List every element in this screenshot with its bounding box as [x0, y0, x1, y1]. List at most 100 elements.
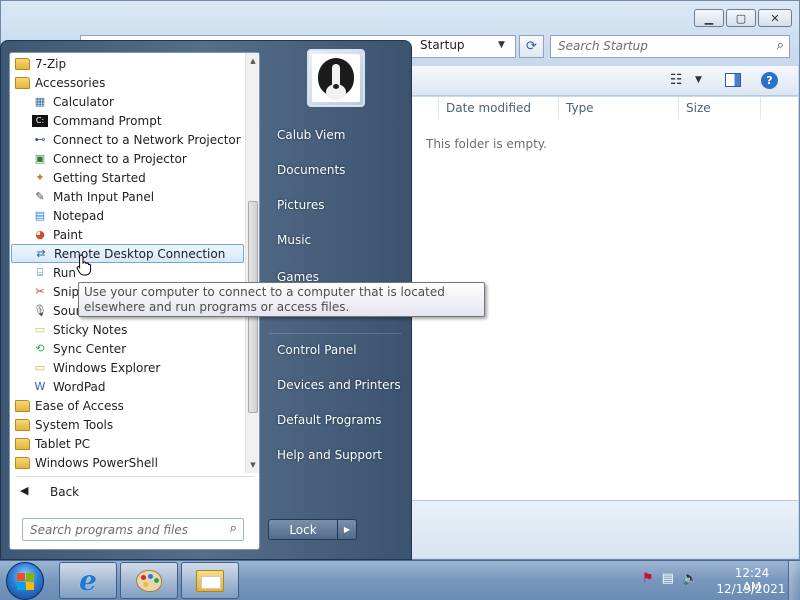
help-icon[interactable]: ?: [761, 72, 778, 89]
internet-explorer-icon: e: [79, 564, 97, 597]
column-header-date-modified[interactable]: Date modified: [446, 101, 531, 115]
program-item-accessories[interactable]: Accessories: [11, 73, 244, 92]
program-item-label: Accessories: [35, 75, 106, 90]
folder-icon: [14, 455, 30, 471]
program-item-remote-desktop-connection[interactable]: ⇄ Remote Desktop Connection: [11, 244, 244, 263]
preview-pane-icon[interactable]: [725, 73, 741, 87]
calculator-icon: ▦: [34, 95, 46, 108]
column-header-size[interactable]: Size: [686, 101, 711, 115]
program-item-command-prompt[interactable]: C: Command Prompt: [11, 111, 244, 130]
right-item-pictures[interactable]: Pictures: [277, 198, 325, 212]
scroll-down-icon[interactable]: ▼: [248, 460, 258, 470]
close-button[interactable]: ✕: [758, 9, 792, 27]
user-avatar[interactable]: [307, 49, 365, 107]
right-item-user[interactable]: Calub Viem: [277, 128, 345, 142]
minimize-button[interactable]: ▁: [694, 9, 724, 27]
column-header-type[interactable]: Type: [566, 101, 594, 115]
right-item-control-panel[interactable]: Control Panel: [277, 343, 357, 357]
program-item-label: Math Input Panel: [53, 189, 155, 204]
program-item-run[interactable]: ⌸ Run: [11, 263, 244, 282]
start-search-placeholder: Search programs and files: [30, 523, 188, 537]
windows-explorer-icon: ▭: [34, 361, 46, 374]
program-item-connect-to-a-projector[interactable]: ▣ Connect to a Projector: [11, 149, 244, 168]
program-item-label: Sticky Notes: [53, 322, 128, 337]
folder-icon: [14, 436, 30, 452]
program-item-connect-to-a-network-projector[interactable]: ⊷ Connect to a Network Projector: [11, 130, 244, 149]
search-icon: ⌕: [776, 38, 784, 53]
address-dropdown-icon[interactable]: ▼: [498, 40, 505, 50]
divider: [269, 333, 401, 334]
shutdown-options-button[interactable]: ▶: [337, 519, 357, 540]
program-item-label: Windows PowerShell: [35, 455, 158, 470]
network-icon[interactable]: ▤: [662, 571, 674, 586]
program-item-label: Getting Started: [53, 170, 146, 185]
column-separator: [678, 97, 679, 119]
program-item-sticky-notes[interactable]: ▭ Sticky Notes: [11, 320, 244, 339]
address-current-folder[interactable]: Startup: [420, 38, 465, 52]
folder-icon: [14, 398, 30, 414]
paint-icon: [136, 569, 162, 592]
program-item-wordpad[interactable]: W WordPad: [11, 377, 244, 396]
program-item-label: Connect to a Projector: [53, 151, 187, 166]
program-item-label: Paint: [53, 227, 83, 242]
windows-logo-icon: [17, 573, 34, 590]
scroll-up-icon[interactable]: ▲: [248, 56, 258, 66]
program-item-math-input-panel[interactable]: ✎ Math Input Panel: [11, 187, 244, 206]
remote-desktop-icon: ⇄: [36, 247, 46, 260]
show-desktop-button[interactable]: [788, 561, 800, 600]
refresh-icon: ⟳: [526, 39, 537, 54]
explorer-search-placeholder: Search Startup: [558, 39, 648, 53]
right-item-music[interactable]: Music: [277, 233, 311, 247]
program-item-system-tools[interactable]: System Tools: [11, 415, 244, 434]
program-item-sync-center[interactable]: ⟲ Sync Center: [11, 339, 244, 358]
system-tray: ⚑ ▤ 🔈: [642, 571, 698, 586]
column-separator: [760, 97, 761, 119]
right-item-default-programs[interactable]: Default Programs: [277, 413, 382, 427]
programs-scrollbar[interactable]: ▲ ▼: [245, 53, 259, 473]
lock-button[interactable]: Lock: [268, 519, 338, 540]
program-item-notepad[interactable]: ▤ Notepad: [11, 206, 244, 225]
program-item-label: 7-Zip: [35, 56, 67, 71]
program-item-label: Notepad: [53, 208, 104, 223]
program-item-getting-started[interactable]: ✦ Getting Started: [11, 168, 244, 187]
program-item-windows-powershell[interactable]: Windows PowerShell: [11, 453, 244, 472]
back-label: Back: [50, 485, 80, 499]
column-separator: [438, 97, 439, 119]
taskbar-paint[interactable]: [120, 562, 178, 599]
right-item-devices-printers[interactable]: Devices and Printers: [277, 378, 401, 392]
maximize-button[interactable]: ▢: [726, 9, 756, 27]
empty-folder-message: This folder is empty.: [426, 137, 547, 151]
column-separator: [558, 97, 559, 119]
remote-desktop-tooltip: Use your computer to connect to a comput…: [78, 282, 485, 317]
wordpad-icon: W: [34, 380, 46, 393]
program-item-label: Connect to a Network Projector: [53, 132, 241, 147]
view-options-icon[interactable]: ☷: [670, 72, 683, 88]
taskbar-internet-explorer[interactable]: e: [59, 562, 117, 599]
hand-cursor-icon: [76, 254, 92, 276]
back-button[interactable]: ◀ Back: [16, 482, 246, 504]
volume-icon[interactable]: 🔈: [682, 571, 698, 586]
right-item-help-support[interactable]: Help and Support: [277, 448, 382, 462]
refresh-button[interactable]: ⟳: [519, 35, 544, 58]
program-item-7-zip[interactable]: 7-Zip: [11, 54, 244, 73]
program-item-label: System Tools: [35, 417, 114, 432]
program-item-label: Ease of Access: [35, 398, 124, 413]
start-button[interactable]: [6, 562, 44, 600]
action-center-flag-icon[interactable]: ⚑: [642, 571, 654, 586]
right-item-documents[interactable]: Documents: [277, 163, 345, 177]
program-item-tablet-pc[interactable]: Tablet PC: [11, 434, 244, 453]
view-dropdown-icon[interactable]: ▼: [695, 75, 702, 85]
program-item-windows-explorer[interactable]: ▭ Windows Explorer: [11, 358, 244, 377]
snipping-tool-icon: ✂: [35, 285, 45, 298]
program-item-calculator[interactable]: ▦ Calculator: [11, 92, 244, 111]
taskbar-windows-explorer[interactable]: [181, 562, 239, 599]
chevron-right-icon: ▶: [343, 525, 351, 534]
program-item-label: Tablet PC: [35, 436, 91, 451]
start-search-input[interactable]: Search programs and files ⌕: [22, 518, 244, 541]
program-item-label: Command Prompt: [53, 113, 162, 128]
program-item-paint[interactable]: ◕ Paint: [11, 225, 244, 244]
program-item-ease-of-access[interactable]: Ease of Access: [11, 396, 244, 415]
explorer-search-input[interactable]: Search Startup ⌕: [550, 35, 790, 58]
sticky-notes-icon: ▭: [34, 323, 46, 336]
clock-date[interactable]: 12/19/2021: [716, 582, 786, 596]
